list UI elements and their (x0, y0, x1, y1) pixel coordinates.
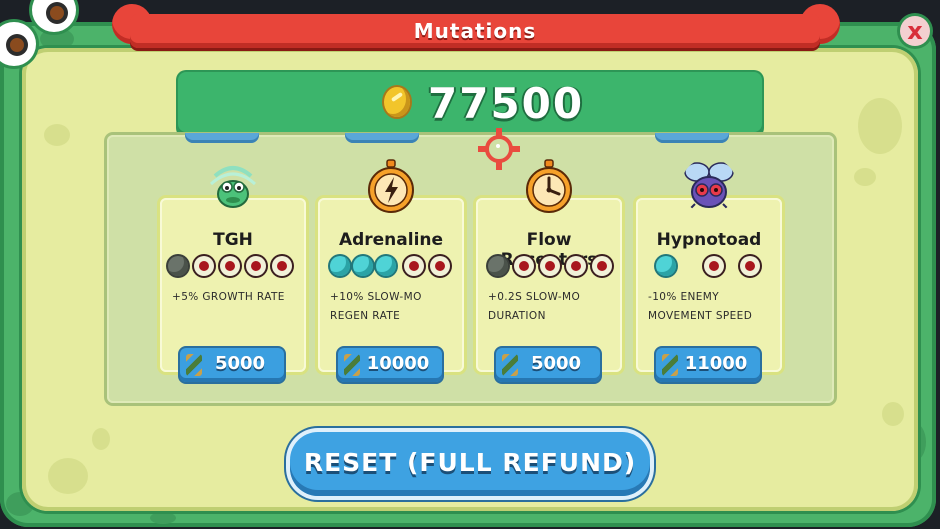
level-dot-locked (404, 256, 424, 276)
mutation-card-flow-receptors[interactable]: Flow Receptors +0.2S SLOW-MO DURATION 50… (476, 159, 622, 382)
mutation-description: +0.2S SLOW-MO DURATION (488, 291, 581, 322)
level-dots (484, 256, 614, 276)
mutation-name: Hypnotoad (656, 230, 762, 250)
cursor-reticle-icon (478, 128, 520, 170)
reset-full-refund-button[interactable]: RESET (FULL REFUND) (290, 432, 650, 496)
buy-hypnotoad-button[interactable]: 11000 (656, 348, 760, 382)
close-button[interactable]: x (900, 16, 930, 46)
level-dot-locked (194, 256, 214, 276)
level-dot-owned (656, 256, 676, 276)
mutation-name: Adrenaline (338, 230, 444, 250)
level-dot-locked (540, 256, 560, 276)
coin-icon (384, 87, 410, 117)
mutation-description: +10% SLOW-MO REGEN RATE (330, 291, 422, 322)
price-value: 11000 (684, 353, 748, 374)
frog-icon (209, 166, 257, 208)
tab-stub (345, 133, 419, 143)
level-dot-owned (353, 256, 373, 276)
currency-value: 77500 (428, 79, 585, 128)
level-dot-locked (704, 256, 724, 276)
mutation-card-adrenaline[interactable]: Adrenaline +10% SLOW-MO REGEN RATE 10000 (318, 159, 464, 382)
mutation-description: +5% GROWTH RATE (172, 291, 285, 303)
buy-adrenaline-button[interactable]: 10000 (338, 348, 442, 382)
buy-flow-receptors-button[interactable]: 5000 (496, 348, 600, 382)
dna-icon (186, 354, 202, 376)
level-dot-locked (220, 256, 240, 276)
level-dot-owned (168, 256, 188, 276)
price-value: 5000 (214, 353, 266, 374)
tab-stub (655, 133, 729, 143)
level-dot-locked (430, 256, 450, 276)
dna-icon (662, 354, 678, 376)
level-dot-owned (330, 256, 350, 276)
mutation-name: TGH (213, 230, 253, 250)
currency-bar: 77500 (178, 72, 762, 136)
dna-icon (344, 354, 360, 376)
tab-stub (185, 133, 259, 143)
level-dots (644, 256, 774, 276)
buy-tgh-button[interactable]: 5000 (180, 348, 284, 382)
level-dot-locked (566, 256, 586, 276)
price-value: 10000 (366, 353, 430, 374)
mutation-card-hypnotoad[interactable]: Hypnotoad -10% ENEMY MOVEMENT SPEED 1100… (636, 162, 782, 382)
mutation-description: -10% ENEMY MOVEMENT SPEED (648, 291, 753, 322)
price-value: 5000 (530, 353, 582, 374)
dna-icon (502, 354, 518, 376)
page-title: Mutations (130, 14, 820, 48)
fly-icon (684, 162, 734, 211)
level-dots (168, 256, 298, 276)
mutation-card-tgh[interactable]: TGH +5% GROWTH RATE 5000 (160, 166, 306, 382)
lightning-stopwatch-icon (368, 159, 414, 213)
level-dot-locked (514, 256, 534, 276)
stopwatch-icon (526, 159, 572, 213)
level-dot-locked (740, 256, 760, 276)
level-dot-locked (592, 256, 612, 276)
level-dot-owned (488, 256, 508, 276)
level-dot-locked (272, 256, 292, 276)
level-dot-locked (246, 256, 266, 276)
level-dots (326, 256, 456, 276)
level-dot-owned (376, 256, 396, 276)
